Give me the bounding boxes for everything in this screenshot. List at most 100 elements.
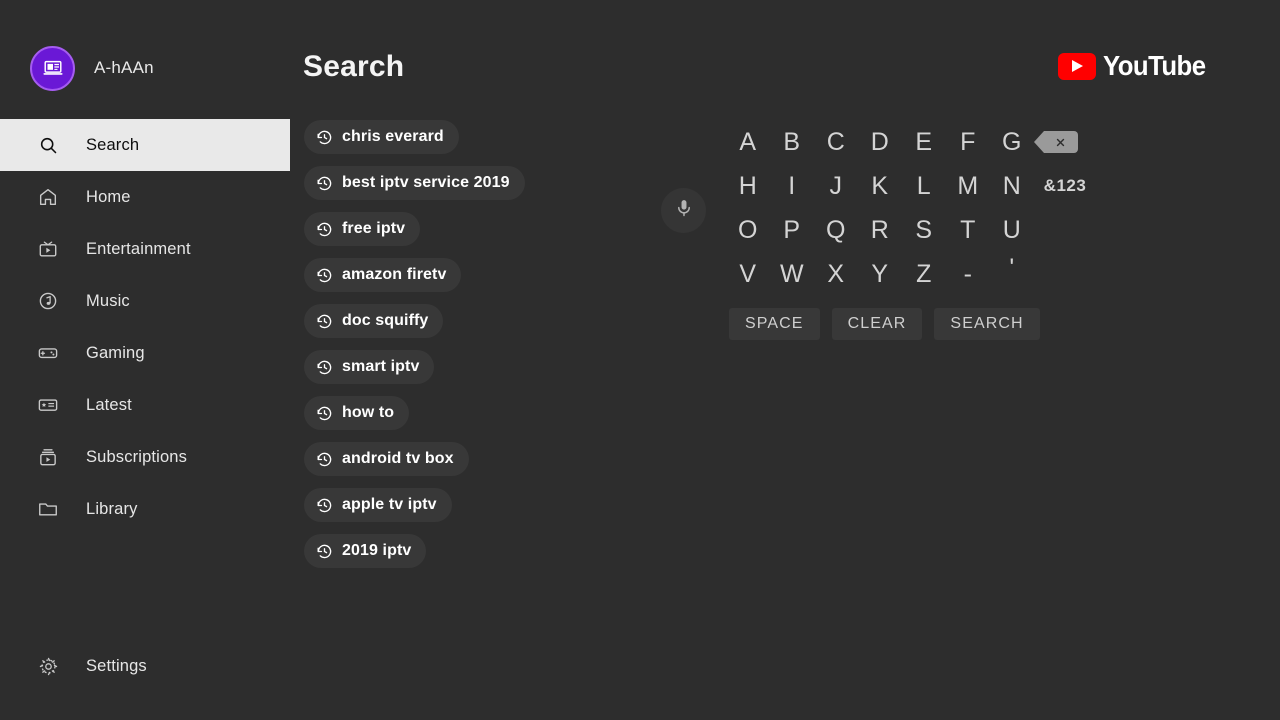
list-item[interactable]: best iptv service 2019 [304,166,525,200]
keyboard-actions: SPACE CLEAR SEARCH [729,308,1096,340]
youtube-tv-search-screen: A-hAAn Search Home Entertainment Music G… [0,0,1280,720]
key-a[interactable]: A [726,120,770,164]
key-e[interactable]: E [902,120,946,164]
list-item[interactable]: amazon firetv [304,258,462,292]
account-name: A-hAAn [94,58,154,77]
account-row[interactable]: A-hAAn [0,40,290,96]
key-apostrophe[interactable]: ' [990,252,1034,296]
sidebar-item-label: Search [86,135,140,154]
sidebar-item-home[interactable]: Home [0,171,290,223]
sidebar-item-label: Library [86,499,138,518]
sidebar-item-music[interactable]: Music [0,275,290,327]
key-v[interactable]: V [726,252,770,296]
avatar[interactable] [30,45,75,91]
suggestion-label: android tv box [342,450,454,467]
sidebar-item-label: Music [86,291,130,310]
sidebar-item-search[interactable]: Search [0,119,290,171]
key-k[interactable]: K [858,164,902,208]
page-title: Search [303,50,405,83]
news-card-icon [36,393,60,417]
history-icon [316,405,333,422]
key-hyphen[interactable]: - [946,252,990,296]
sidebar-item-gaming[interactable]: Gaming [0,327,290,379]
key-n[interactable]: N [990,164,1034,208]
list-item[interactable]: apple tv iptv [304,488,452,522]
key-q[interactable]: Q [814,208,858,252]
key-r[interactable]: R [858,208,902,252]
suggestion-label: apple tv iptv [342,496,437,513]
suggestion-label: smart iptv [342,358,420,375]
key-j[interactable]: J [814,164,858,208]
keyboard-row-2: H I J K L M N &123 [726,164,1096,208]
history-icon [316,497,333,514]
sidebar-item-subscriptions[interactable]: Subscriptions [0,431,290,483]
home-icon [36,185,60,209]
key-y[interactable]: Y [858,252,902,296]
history-icon [316,359,333,376]
space-button[interactable]: SPACE [729,308,820,340]
key-u[interactable]: U [990,208,1034,252]
folder-icon [36,497,60,521]
sidebar-item-settings[interactable]: Settings [0,640,290,692]
search-submit-button[interactable]: SEARCH [934,308,1040,340]
key-b[interactable]: B [770,120,814,164]
key-m[interactable]: M [946,164,990,208]
key-c[interactable]: C [814,120,858,164]
search-icon [36,133,60,157]
list-item[interactable]: doc squiffy [304,304,444,338]
key-h[interactable]: H [726,164,770,208]
youtube-wordmark: YouTube [1102,50,1206,81]
gamepad-icon [36,341,60,365]
backspace-key[interactable] [1033,120,1078,164]
suggestion-label: free iptv [342,220,406,237]
suggestion-label: chris everard [342,128,444,145]
list-item[interactable]: how to [304,396,410,430]
suggestion-label: doc squiffy [342,312,429,329]
tv-icon [36,237,60,261]
clear-button[interactable]: CLEAR [831,308,923,340]
history-icon [316,175,333,192]
sidebar-item-entertainment[interactable]: Entertainment [0,223,290,275]
history-icon [316,267,333,284]
sidebar: A-hAAn Search Home Entertainment Music G… [0,0,290,720]
key-i[interactable]: I [770,164,814,208]
voice-search-button[interactable] [661,188,706,233]
key-o[interactable]: O [726,208,770,252]
key-f[interactable]: F [946,120,990,164]
key-g[interactable]: G [990,120,1034,164]
list-item[interactable]: free iptv [304,212,421,246]
sidebar-item-latest[interactable]: Latest [0,379,290,431]
key-t[interactable]: T [946,208,990,252]
suggestion-label: amazon firetv [342,266,447,283]
sidebar-item-label: Subscriptions [86,447,187,466]
history-icon [316,451,333,468]
sidebar-item-settings-wrapper: Settings [0,640,290,692]
key-z[interactable]: Z [902,252,946,296]
key-s[interactable]: S [902,208,946,252]
history-icon [316,543,333,560]
symbols-key[interactable]: &123 [1034,164,1096,208]
list-item[interactable]: smart iptv [304,350,435,384]
key-p[interactable]: P [770,208,814,252]
key-w[interactable]: W [770,252,814,296]
suggestion-label: how to [342,404,395,421]
key-d[interactable]: D [858,120,902,164]
youtube-play-icon [1057,52,1096,80]
sidebar-item-label: Latest [86,395,132,414]
list-item[interactable]: android tv box [304,442,469,476]
suggestion-label: best iptv service 2019 [342,174,510,191]
list-item[interactable]: chris everard [304,120,459,154]
gear-icon [36,654,60,678]
key-l[interactable]: L [902,164,946,208]
history-icon [316,221,333,238]
subscriptions-icon [36,445,60,469]
sidebar-item-label: Entertainment [86,239,191,258]
sidebar-item-label: Gaming [86,343,145,362]
suggestion-label: 2019 iptv [342,542,412,559]
on-screen-keyboard: A B C D E F G H I J K L M N &123 O P Q R… [726,120,1096,340]
list-item[interactable]: 2019 iptv [304,534,427,568]
sidebar-item-library[interactable]: Library [0,483,290,535]
key-x[interactable]: X [814,252,858,296]
keyboard-row-1: A B C D E F G [726,120,1096,164]
microphone-icon [673,197,695,224]
